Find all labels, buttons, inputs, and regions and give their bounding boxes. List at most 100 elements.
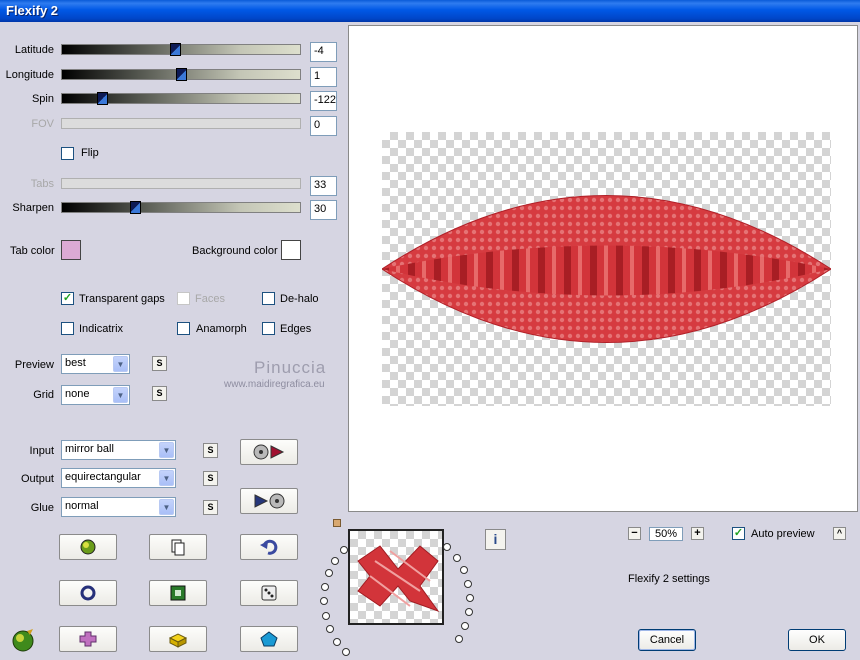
- auto-preview-checkbox[interactable]: ✓: [732, 527, 745, 540]
- latitude-input[interactable]: -4: [310, 42, 337, 62]
- spin-label: Spin: [31, 93, 54, 105]
- preview-select-value: best: [65, 357, 86, 369]
- navigator-dot: [464, 608, 473, 617]
- navigator-dot: [324, 569, 333, 578]
- preview-select[interactable]: best ▼: [61, 354, 130, 374]
- fov-slider: [61, 118, 301, 129]
- navigator-dot: [321, 583, 330, 592]
- sharpen-slider[interactable]: [61, 201, 301, 214]
- output-select[interactable]: equirectangular ▼: [61, 468, 176, 488]
- background-color-swatch[interactable]: [281, 240, 301, 260]
- flip-checkbox[interactable]: [61, 147, 74, 160]
- input-s-button[interactable]: S: [203, 443, 218, 458]
- preview-area[interactable]: [348, 25, 858, 512]
- fov-label: FOV: [31, 118, 54, 130]
- sharpen-input[interactable]: 30: [310, 200, 337, 220]
- frame-button[interactable]: [149, 580, 207, 606]
- navigator-dot: [340, 545, 349, 554]
- cross-button[interactable]: [59, 626, 117, 652]
- undo-icon: [260, 539, 278, 555]
- background-color-label: Background color: [192, 245, 278, 257]
- ring-button[interactable]: [59, 580, 117, 606]
- undo-button[interactable]: [240, 534, 298, 560]
- chevron-down-icon: ▼: [113, 356, 128, 372]
- dice-button[interactable]: [240, 580, 298, 606]
- longitude-thumb[interactable]: [176, 68, 187, 81]
- info-button[interactable]: i: [485, 529, 506, 550]
- tabs-input[interactable]: 33: [310, 176, 337, 196]
- faces-checkbox: [177, 292, 190, 305]
- copy-page-icon: [171, 539, 185, 556]
- spin-thumb[interactable]: [97, 92, 108, 105]
- input-select[interactable]: mirror ball ▼: [61, 440, 176, 460]
- longitude-slider[interactable]: [61, 68, 301, 81]
- watermark-site: www.maidiregrafica.eu: [224, 379, 325, 390]
- zoom-in-button[interactable]: +: [691, 527, 704, 540]
- sharpen-thumb[interactable]: [130, 201, 141, 214]
- pentagon-button[interactable]: [240, 626, 298, 652]
- navigator-dot: [464, 579, 473, 588]
- swap-output-button[interactable]: [240, 488, 298, 514]
- tab-color-label: Tab color: [10, 245, 55, 257]
- navigator-handle[interactable]: [333, 519, 341, 527]
- glue-select[interactable]: normal ▼: [61, 497, 176, 517]
- grid-label: Grid: [33, 389, 54, 401]
- latitude-thumb[interactable]: [170, 43, 181, 56]
- dialog-client: Latitude -4 Longitude 1 Spin -122 FOV 0 …: [0, 22, 860, 660]
- tab-color-swatch[interactable]: [61, 240, 81, 260]
- glue-s-button[interactable]: S: [203, 500, 218, 515]
- output-s-button[interactable]: S: [203, 471, 218, 486]
- collapse-button[interactable]: ^: [833, 527, 846, 540]
- spin-input[interactable]: -122: [310, 91, 337, 111]
- fov-input[interactable]: 0: [310, 116, 337, 136]
- navigator-dot: [465, 593, 474, 602]
- lens-shape-preview: [382, 195, 831, 343]
- latitude-label: Latitude: [14, 44, 54, 56]
- navigator-dot: [331, 556, 340, 565]
- disc-to-play-icon: [253, 444, 285, 460]
- title-bar: Flexify 2: [0, 0, 860, 22]
- zoom-out-button[interactable]: −: [628, 527, 641, 540]
- de-halo-label: De-halo: [280, 293, 319, 305]
- copy-button[interactable]: [149, 534, 207, 560]
- tabs-label: Tabs: [30, 178, 54, 190]
- transparent-gaps-checkbox[interactable]: ✓: [61, 292, 74, 305]
- indicatrix-label: Indicatrix: [79, 323, 124, 335]
- navigator-dot: [461, 621, 470, 630]
- grid-select-value: none: [65, 388, 90, 400]
- zoom-level: 50%: [649, 527, 683, 541]
- anamorph-label: Anamorph: [196, 323, 247, 335]
- output-label: Output: [20, 473, 54, 485]
- tabs-slider: [61, 178, 301, 189]
- grid-s-button[interactable]: S: [152, 386, 167, 401]
- dice-icon: [261, 585, 277, 601]
- navigator-dot: [321, 611, 330, 620]
- latitude-slider[interactable]: [61, 43, 301, 56]
- glue-label: Glue: [30, 502, 54, 514]
- grid-select[interactable]: none ▼: [61, 385, 130, 405]
- chevron-down-icon: ▼: [113, 387, 128, 403]
- longitude-input[interactable]: 1: [310, 67, 337, 87]
- brick-button[interactable]: [149, 626, 207, 652]
- play-to-disc-icon: [254, 493, 285, 509]
- input-select-value: mirror ball: [65, 443, 114, 455]
- indicatrix-checkbox[interactable]: [61, 322, 74, 335]
- navigator-thumbnail[interactable]: [348, 529, 444, 625]
- info-icon: i: [493, 531, 498, 547]
- flip-label: Flip: [81, 147, 99, 159]
- navigator-dot: [320, 597, 328, 606]
- watermark-name: Pinuccia: [254, 358, 327, 377]
- spin-slider[interactable]: [61, 92, 301, 105]
- swap-input-button[interactable]: [240, 439, 298, 465]
- transparent-gaps-label: Transparent gaps: [79, 293, 165, 305]
- cancel-button[interactable]: Cancel: [638, 629, 696, 651]
- output-select-value: equirectangular: [65, 471, 141, 483]
- ok-button[interactable]: OK: [788, 629, 846, 651]
- de-halo-checkbox[interactable]: [262, 292, 275, 305]
- randomize-button[interactable]: [59, 534, 117, 560]
- chevron-down-icon: ▼: [159, 442, 174, 458]
- edges-checkbox[interactable]: [262, 322, 275, 335]
- preview-s-button[interactable]: S: [152, 356, 167, 371]
- anamorph-checkbox[interactable]: [177, 322, 190, 335]
- green-ball-icon: [80, 539, 96, 555]
